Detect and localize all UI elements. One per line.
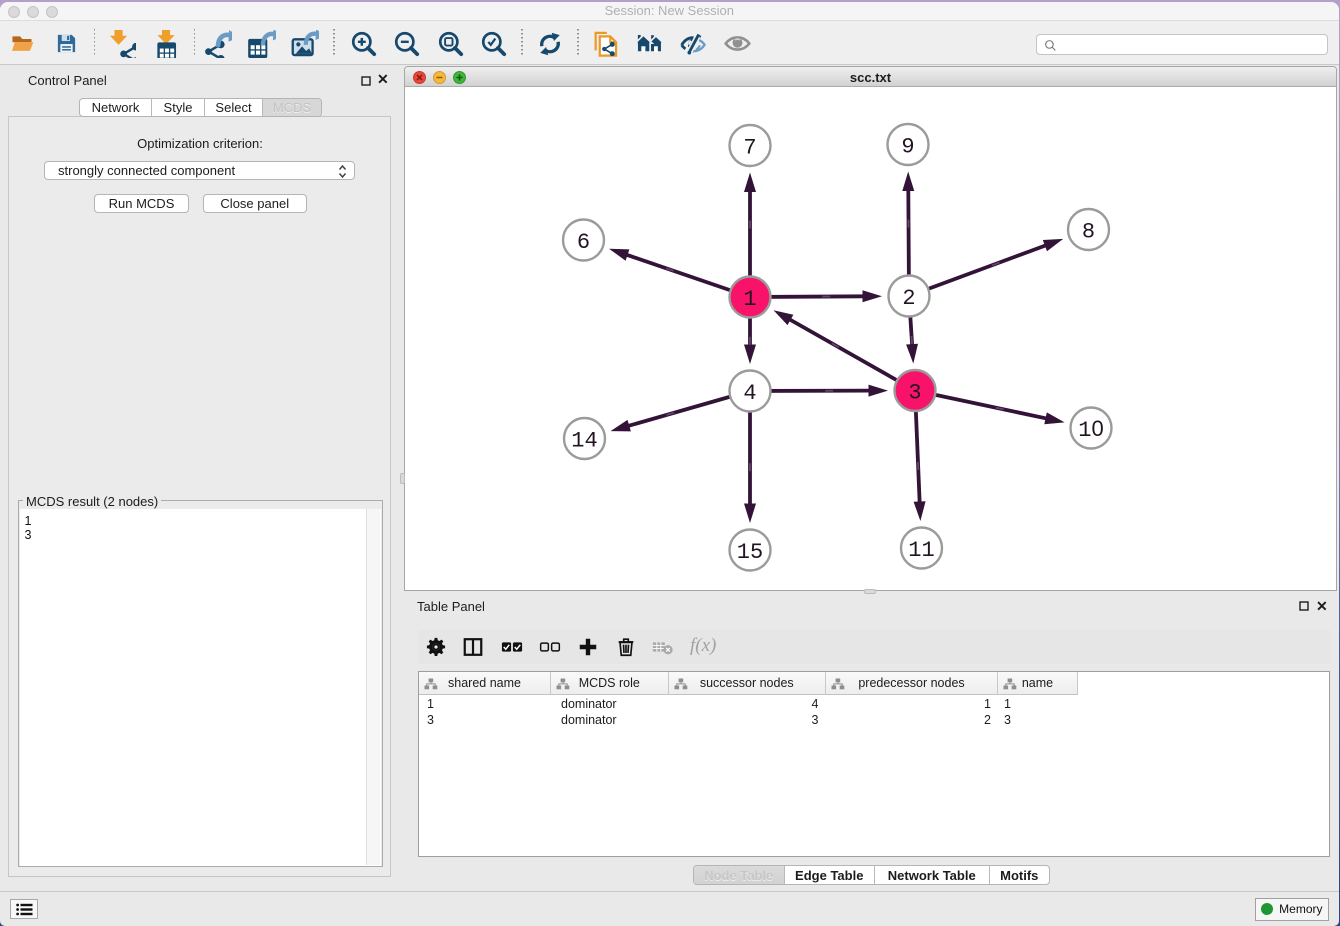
svg-text:11: 11 [908, 538, 934, 563]
svg-text:8: 8 [1082, 219, 1095, 244]
svg-text:6: 6 [577, 230, 590, 255]
svg-text:7: 7 [743, 135, 756, 160]
svg-text:15: 15 [737, 540, 763, 565]
svg-text:10: 10 [1078, 416, 1103, 443]
svg-text:4: 4 [743, 381, 756, 406]
svg-text:3: 3 [908, 380, 921, 405]
svg-text:1: 1 [743, 287, 756, 312]
svg-text:14: 14 [571, 428, 597, 453]
svg-text:2: 2 [902, 286, 915, 311]
svg-text:9: 9 [901, 134, 914, 159]
